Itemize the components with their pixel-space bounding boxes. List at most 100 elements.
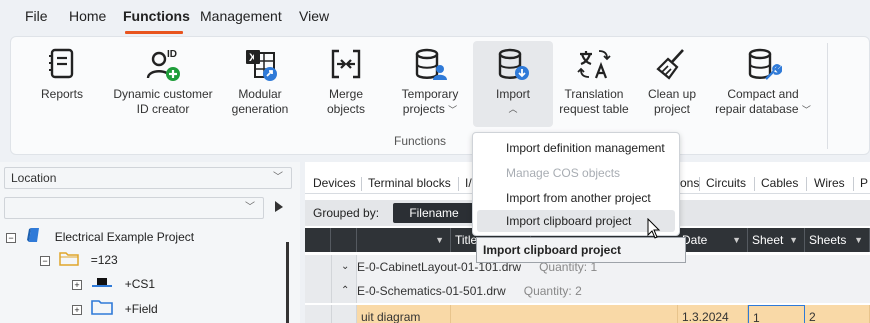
filter-icon[interactable]: ▼ [854, 228, 863, 252]
folder-icon [59, 250, 80, 272]
group-row-text: E-0-Schematics-01-501.drw Quantity: 2 [357, 279, 582, 303]
filter-icon[interactable]: ▼ [435, 228, 444, 252]
filter-combo[interactable]: ﹀ [4, 197, 264, 219]
tree-item-label: +Field [124, 302, 158, 317]
tab-cables[interactable]: Cables [761, 176, 798, 190]
clean-up-project-button[interactable]: Clean up project [640, 41, 704, 127]
pin-icon[interactable] [272, 200, 284, 217]
compact-and-repair-database-label: Compact and repair database ﹀ [715, 87, 811, 116]
translate-icon [577, 50, 611, 79]
import-clipboard-project-item[interactable]: Import clipboard project [477, 210, 675, 232]
mouse-cursor-icon [647, 218, 661, 239]
tab-functions[interactable]: ons [680, 176, 699, 190]
temporary-projects-label: Temporary projects ﹀ [401, 87, 459, 116]
chevron-down-icon: ﹀ [448, 105, 458, 115]
manage-cos-objects-item: Manage COS objects [506, 166, 621, 180]
header-gutter [331, 228, 357, 252]
expand-icon[interactable]: + [72, 279, 82, 290]
group-filename: E-0-Schematics-01-501.drw [357, 284, 506, 298]
ribbon: Reports ID Dynamic customer ID creator X… [10, 36, 870, 155]
user-id-add-icon: ID [146, 49, 180, 81]
notebook-icon [49, 48, 74, 79]
modular-generation-label: Modular generation [231, 87, 289, 116]
tab-terminal-blocks[interactable]: Terminal blocks [368, 176, 451, 190]
tree-scrollbar[interactable] [286, 242, 289, 323]
database-user-icon [415, 48, 447, 80]
merge-objects-label: Merge objects [326, 87, 366, 116]
tab-more[interactable]: P [860, 176, 868, 190]
header-sheet-label: Sheet [752, 233, 784, 247]
chevron-down-icon: ﹀ [245, 202, 255, 213]
chevron-down-icon: ﹀ [801, 105, 811, 115]
group-chip-filename[interactable]: Filename [393, 203, 475, 223]
menu-file[interactable]: File [25, 8, 48, 24]
menu-management[interactable]: Management [200, 8, 282, 24]
modular-generation-button[interactable]: X Modular generation [225, 41, 295, 127]
import-from-another-project-item[interactable]: Import from another project [477, 187, 675, 209]
header-date[interactable]: Date ▼ [678, 228, 748, 252]
excel-share-icon: X [246, 50, 277, 81]
import-definition-management-item[interactable]: Import definition management [477, 137, 675, 159]
compact-and-repair-database-button[interactable]: Compact and repair database ﹀ [711, 41, 815, 127]
location-panel: Location ﹀ ﹀ − Electrical Example Projec… [0, 162, 300, 323]
tab-separator [853, 177, 854, 191]
collapse-icon[interactable]: − [40, 256, 50, 266]
chevron-up-icon[interactable]: ⌃ [341, 279, 349, 303]
tree-item-label: +CS1 [124, 277, 156, 291]
table-row[interactable]: uit diagram 1.3.2024 1 2 [305, 305, 870, 323]
header-filename[interactable]: ▼ [357, 228, 451, 252]
row-gutter-divider [331, 255, 332, 279]
merge-objects-button[interactable]: Merge objects [316, 41, 376, 127]
chevron-up-icon: ︿ [508, 104, 518, 114]
tab-separator [806, 177, 807, 191]
dynamic-customer-id-creator-label: Dynamic customer ID creator [113, 87, 213, 116]
cell-date[interactable]: 1.3.2024 [678, 305, 748, 323]
chevron-down-icon[interactable]: ⌄ [341, 255, 349, 279]
tab-separator [361, 177, 362, 191]
tab-io[interactable]: I/ [465, 176, 472, 190]
import-button[interactable]: Import ︿ [473, 41, 553, 127]
temporary-projects-button[interactable]: Temporary projects ﹀ [393, 41, 467, 127]
tab-devices[interactable]: Devices [313, 176, 356, 190]
project-icon [25, 226, 43, 250]
filter-icon[interactable]: ▼ [789, 228, 798, 252]
menu-bar: File Home Functions Management View [0, 0, 870, 34]
cell-title[interactable]: uit diagram [357, 305, 451, 323]
ribbon-group-label: Functions [393, 134, 447, 148]
expand-icon[interactable]: + [72, 305, 82, 315]
cell-sheet[interactable]: 1 [748, 305, 805, 323]
header-sheet[interactable]: Sheet ▼ [748, 228, 805, 252]
merge-icon [331, 49, 361, 79]
header-sheets-label: Sheets [809, 233, 847, 247]
row-gutter-divider [331, 279, 332, 303]
database-wrench-icon [748, 48, 782, 80]
tree-item-cs1[interactable]: + +CS1 [72, 274, 155, 294]
cell-sheets[interactable]: 2 [805, 305, 870, 323]
active-menu-indicator [125, 31, 183, 34]
menu-home[interactable]: Home [69, 8, 106, 24]
tab-wires[interactable]: Wires [814, 176, 845, 190]
tree-item-project[interactable]: − Electrical Example Project [6, 226, 194, 246]
menu-functions[interactable]: Functions [123, 8, 190, 24]
tab-separator [754, 177, 755, 191]
menu-view[interactable]: View [299, 8, 329, 24]
reports-label: Reports [40, 87, 84, 101]
header-sheets[interactable]: Sheets ▼ [805, 228, 870, 252]
translation-request-table-button[interactable]: Translation request table [554, 41, 634, 127]
filter-icon[interactable]: ▼ [732, 228, 741, 252]
tree-item-field[interactable]: + +Field [72, 299, 158, 319]
dynamic-customer-id-creator-button[interactable]: ID Dynamic customer ID creator [107, 41, 219, 127]
folder-icon [91, 299, 114, 321]
cell-empty[interactable] [451, 305, 678, 323]
tooltip: Import clipboard project [476, 237, 686, 263]
location-combo[interactable]: Location ﹀ [4, 167, 292, 189]
chevron-down-icon: ﹀ [273, 172, 283, 183]
group-row[interactable]: ⌃ E-0-Schematics-01-501.drw Quantity: 2 [305, 279, 870, 303]
collapse-icon[interactable]: − [6, 233, 16, 243]
reports-button[interactable]: Reports [33, 41, 91, 127]
clean-up-project-label: Clean up project [647, 87, 697, 116]
tab-circuits[interactable]: Circuits [706, 176, 746, 190]
tab-separator [458, 177, 459, 191]
tree-item-123[interactable]: − =123 [40, 250, 118, 270]
database-download-icon [498, 48, 529, 80]
